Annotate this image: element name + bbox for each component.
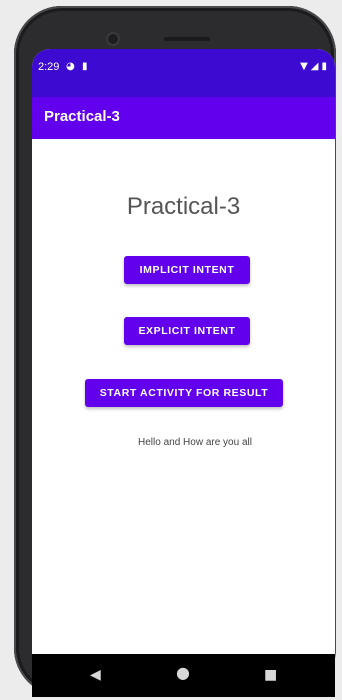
app-bar: Practical-3	[32, 97, 335, 139]
page-heading: Practical-3	[126, 193, 241, 220]
recents-icon[interactable]: ■	[264, 668, 277, 682]
status-right-icons: ▼ ◢ ▮	[300, 61, 327, 72]
camera-icon	[106, 32, 120, 46]
explicit-intent-button[interactable]: EXPLICIT INTENT	[124, 317, 250, 345]
implicit-intent-button[interactable]: IMPLICIT INTENT	[124, 256, 250, 284]
wifi-icon: ▼	[300, 61, 308, 72]
sd-card-icon: ▮	[82, 61, 88, 72]
back-icon[interactable]: ◀	[90, 668, 101, 682]
signal-icon: ◢	[310, 61, 319, 72]
status-bar: 2:29 ◕ ▮ ▼ ◢ ▮	[32, 49, 335, 97]
battery-icon: ▮	[321, 61, 327, 72]
speaker-grille	[164, 37, 210, 41]
start-activity-for-result-button[interactable]: START ACTIVITY FOR RESULT	[85, 379, 283, 407]
pie-chart-icon: ◕	[66, 61, 75, 72]
home-icon[interactable]: ●	[176, 665, 190, 681]
app-title: Practical-3	[44, 108, 120, 125]
greeting-text: Hello and How are you all	[138, 437, 252, 448]
navigation-bar: ◀ ● ■	[32, 654, 335, 697]
status-time: 2:29	[38, 61, 60, 73]
screen: 2:29 ◕ ▮ ▼ ◢ ▮ Practical-3 Practical-3 I…	[32, 49, 335, 654]
